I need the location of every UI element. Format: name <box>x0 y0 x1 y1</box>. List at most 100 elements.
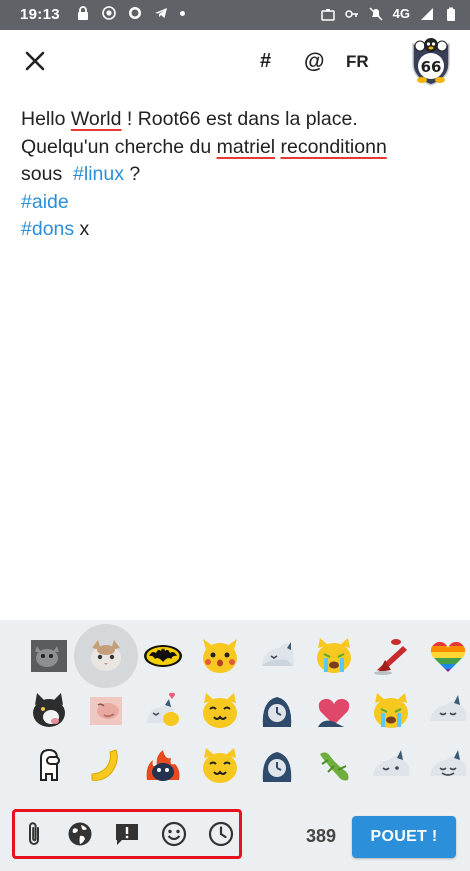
record-icon <box>102 6 116 20</box>
cat-photo-icon <box>31 640 67 672</box>
shark-clock-icon <box>262 752 292 782</box>
text-line: Quelqu'un cherche du matriel recondition… <box>21 134 451 162</box>
text-line: sous #linux ? <box>21 161 451 189</box>
visibility-button[interactable] <box>66 820 94 848</box>
text-segment: ! Root66 est dans la place. <box>121 108 358 130</box>
status-time: 19:13 <box>20 6 60 23</box>
compose-text-area[interactable]: Hello World ! Root66 est dans la place. … <box>21 106 451 244</box>
text-line: Hello World ! Root66 est dans la place. <box>21 106 451 134</box>
close-icon <box>25 51 45 71</box>
signal-app-icon <box>129 7 141 19</box>
blob-shark-icon <box>262 642 294 666</box>
crying-cat-icon <box>317 638 351 673</box>
emoji-crying-cat-2[interactable] <box>369 689 413 733</box>
content-warning-icon <box>116 824 138 845</box>
fire-tux-icon <box>146 750 180 781</box>
emoji-cat-w-2[interactable] <box>198 744 242 788</box>
emoji-blob-shark-2[interactable] <box>426 689 470 733</box>
hashtag-dons: #dons <box>21 218 75 240</box>
emoji-among-us[interactable] <box>27 744 71 788</box>
emoji-pikachu-face[interactable] <box>198 634 242 678</box>
batman-icon <box>144 645 182 667</box>
hashtag-aide: #aide <box>21 190 69 213</box>
emoji-shark-clock-2[interactable] <box>255 744 299 788</box>
network-type: 4G <box>392 6 410 21</box>
shark-clock-icon <box>262 697 292 727</box>
compose-action-bar: 389 POUET ! <box>0 806 470 866</box>
emoji-button[interactable] <box>160 820 188 848</box>
pink-face-icon <box>90 697 122 725</box>
emoji-fire-tux[interactable] <box>141 744 185 788</box>
lock-icon <box>78 6 88 20</box>
emoji-cat-w[interactable] <box>198 689 242 733</box>
emoji-batman[interactable] <box>141 634 185 678</box>
misspelled-word: reconditionn <box>280 135 387 158</box>
emoji-green-gecko[interactable] <box>312 744 356 788</box>
cell-signal-icon <box>421 7 433 20</box>
ketchup-icon <box>374 639 407 675</box>
rainbow-heart-icon <box>430 641 466 672</box>
svg-text:66: 66 <box>421 58 442 76</box>
shark-heart-icon <box>318 698 350 727</box>
emoji-shark-heart[interactable] <box>141 689 185 733</box>
blob-shark-icon <box>430 695 467 721</box>
telegram-icon <box>155 8 167 18</box>
hashtag-button[interactable]: # <box>260 50 271 73</box>
emoji-rainbow-heart[interactable] <box>426 634 470 678</box>
emoji-blob-shark-4[interactable] <box>426 744 470 788</box>
blob-shark-icon <box>430 750 467 776</box>
vpn-key-icon <box>344 9 358 18</box>
crying-cat-icon <box>374 693 408 728</box>
emoji-shark-clock[interactable] <box>255 689 299 733</box>
emoji-grid <box>0 620 470 800</box>
system-icons: 4G <box>320 6 458 21</box>
notification-icons <box>76 6 185 20</box>
globe-icon <box>68 822 92 846</box>
mute-icon <box>369 6 383 21</box>
emoji-yellow-arm[interactable] <box>84 744 128 788</box>
hashtag-linux: #linux <box>73 163 124 185</box>
emoji-cat-photo-selected[interactable] <box>84 634 128 678</box>
text-segment: Quelqu'un cherche du <box>21 135 217 158</box>
emoji-blob-shark[interactable] <box>255 634 299 678</box>
language-button[interactable]: FR <box>346 52 369 72</box>
close-button[interactable] <box>22 48 48 74</box>
mention-button[interactable]: @ <box>304 50 324 74</box>
compose-toolbar: # @ FR 66 <box>0 30 470 94</box>
attach-media-button[interactable] <box>20 820 48 848</box>
emoji-blob-shark-3[interactable] <box>369 744 413 788</box>
text-segment: x <box>74 218 90 240</box>
content-warning-button[interactable] <box>113 820 141 848</box>
text-segment: Hello <box>21 108 71 130</box>
cat-face-icon <box>203 748 237 783</box>
emoji-pink-face[interactable] <box>84 689 128 733</box>
misspelled-word: matriel <box>216 135 276 158</box>
among-us-icon <box>40 748 60 781</box>
misspelled-word: World <box>70 108 122 130</box>
gecko-icon <box>320 752 349 781</box>
more-notifications-icon <box>180 10 185 16</box>
emoji-cat-photo-2[interactable] <box>27 689 71 733</box>
text-segment: sous <box>21 163 74 185</box>
battery-icon <box>447 7 455 21</box>
emoji-crying-cat[interactable] <box>312 634 356 678</box>
emoji-icon <box>161 821 187 847</box>
emoji-ketchup[interactable] <box>369 634 413 678</box>
emoji-shark-heart-2[interactable] <box>312 689 356 733</box>
shark-heart-icon <box>147 692 179 726</box>
text-line: #aide <box>21 189 451 217</box>
cat-photo-icon <box>33 693 65 727</box>
emoji-cat-photo[interactable] <box>27 634 71 678</box>
cat-photo-icon <box>91 640 121 671</box>
tux-avatar-icon: 66 <box>412 38 450 86</box>
schedule-button[interactable] <box>207 820 235 848</box>
cat-face-icon <box>203 693 237 728</box>
clock-icon <box>208 821 234 847</box>
text-line: #dons x <box>21 216 451 244</box>
account-avatar[interactable]: 66 <box>408 36 454 86</box>
text-segment: ? <box>123 163 141 185</box>
status-bar: 19:13 4G <box>0 0 470 30</box>
flexed-arm-icon <box>91 749 118 781</box>
publish-button[interactable]: POUET ! <box>352 816 456 858</box>
pikachu-face-icon <box>203 639 237 673</box>
